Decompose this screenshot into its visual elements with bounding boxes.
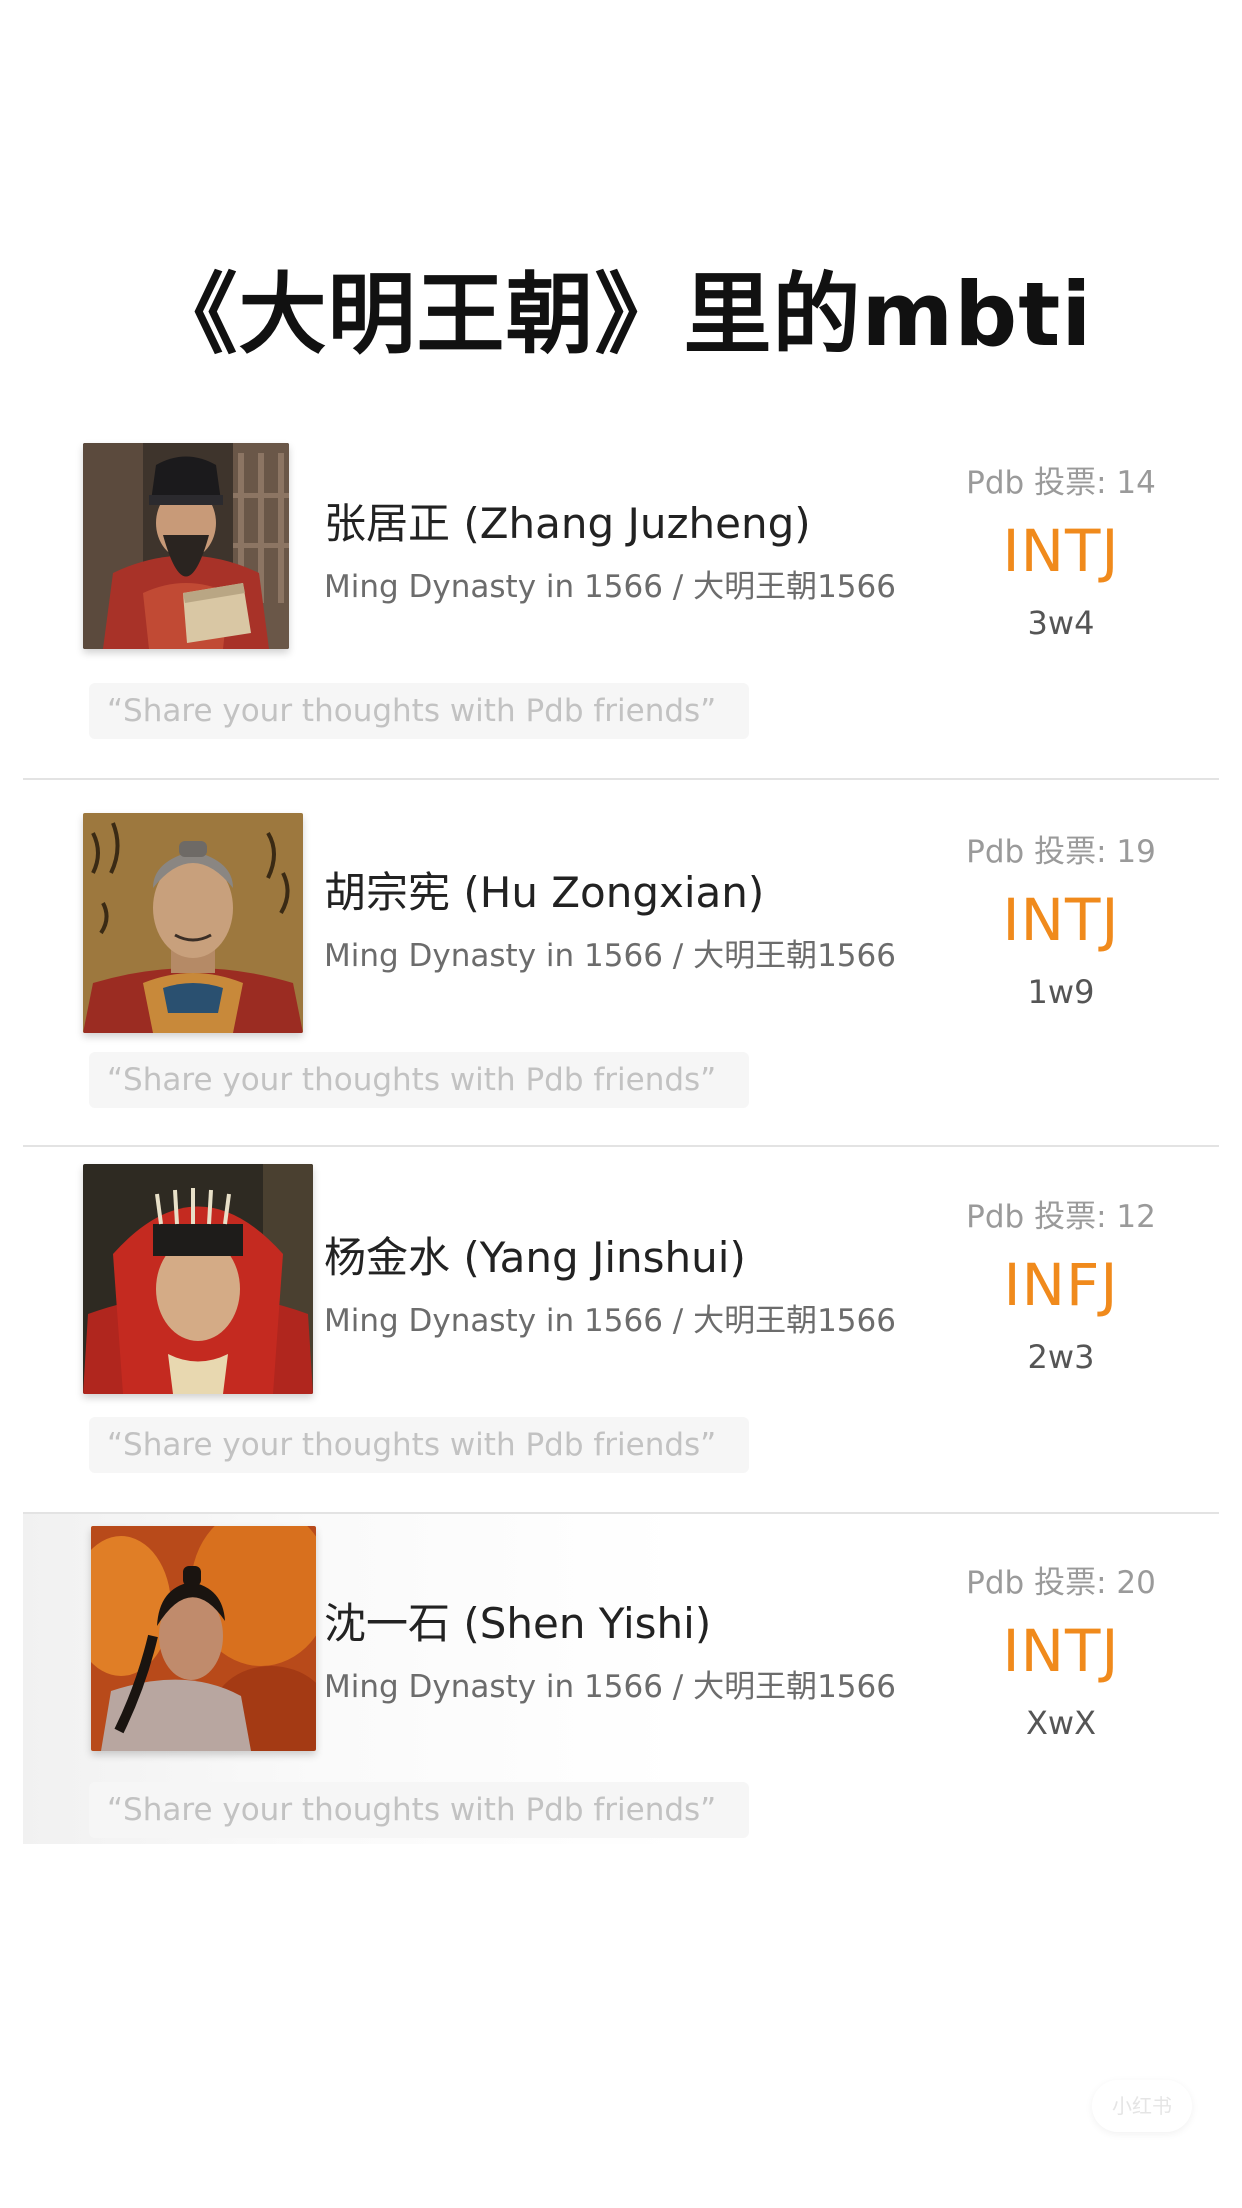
character-name[interactable]: 张居正 (Zhang Juzheng)	[324, 497, 811, 551]
character-card-zhang-juzheng[interactable]: 张居正 (Zhang Juzheng) Ming Dynasty in 1566…	[23, 413, 1219, 780]
vote-count: Pdb 投票: 14	[966, 465, 1156, 501]
character-source: Ming Dynasty in 1566 / 大明王朝1566	[324, 938, 896, 974]
vote-count: Pdb 投票: 12	[966, 1199, 1156, 1235]
comment-input[interactable]: “Share your thoughts with Pdb friends”	[89, 1052, 749, 1108]
character-name[interactable]: 胡宗宪 (Hu Zongxian)	[324, 866, 764, 920]
character-source: Ming Dynasty in 1566 / 大明王朝1566	[324, 1669, 896, 1705]
vote-count: Pdb 投票: 19	[966, 834, 1156, 870]
vote-count: Pdb 投票: 20	[966, 1565, 1156, 1601]
comment-input[interactable]: “Share your thoughts with Pdb friends”	[89, 1417, 749, 1473]
comment-input[interactable]: “Share your thoughts with Pdb friends”	[89, 1782, 749, 1838]
character-portrait[interactable]	[91, 1526, 316, 1751]
mbti-type: INTJ	[1002, 886, 1120, 954]
character-portrait[interactable]	[83, 443, 289, 649]
mbti-type: INTJ	[1002, 1617, 1120, 1685]
enneagram-type: 2w3	[1027, 1338, 1095, 1376]
character-source: Ming Dynasty in 1566 / 大明王朝1566	[324, 1303, 896, 1339]
character-portrait[interactable]	[83, 813, 303, 1033]
character-card-hu-zongxian[interactable]: 胡宗宪 (Hu Zongxian) Ming Dynasty in 1566 /…	[23, 780, 1219, 1147]
watermark-logo: 小红书	[1092, 2080, 1192, 2132]
enneagram-type: XwX	[1025, 1704, 1096, 1742]
page-title: 《大明王朝》里的mbti	[149, 263, 1093, 366]
character-name[interactable]: 杨金水 (Yang Jinshui)	[324, 1231, 746, 1285]
mbti-type: INTJ	[1002, 517, 1120, 585]
mbti-type: INFJ	[1003, 1251, 1119, 1319]
enneagram-type: 1w9	[1027, 973, 1095, 1011]
character-name[interactable]: 沈一石 (Shen Yishi)	[324, 1597, 711, 1651]
character-card-shen-yishi[interactable]: 沈一石 (Shen Yishi) Ming Dynasty in 1566 / …	[23, 1514, 1219, 1844]
character-list: 张居正 (Zhang Juzheng) Ming Dynasty in 1566…	[23, 413, 1219, 1844]
character-source: Ming Dynasty in 1566 / 大明王朝1566	[324, 569, 896, 605]
comment-input[interactable]: “Share your thoughts with Pdb friends”	[89, 683, 749, 739]
enneagram-type: 3w4	[1027, 604, 1095, 642]
character-card-yang-jinshui[interactable]: 杨金水 (Yang Jinshui) Ming Dynasty in 1566 …	[23, 1147, 1219, 1514]
character-portrait[interactable]	[83, 1164, 313, 1394]
